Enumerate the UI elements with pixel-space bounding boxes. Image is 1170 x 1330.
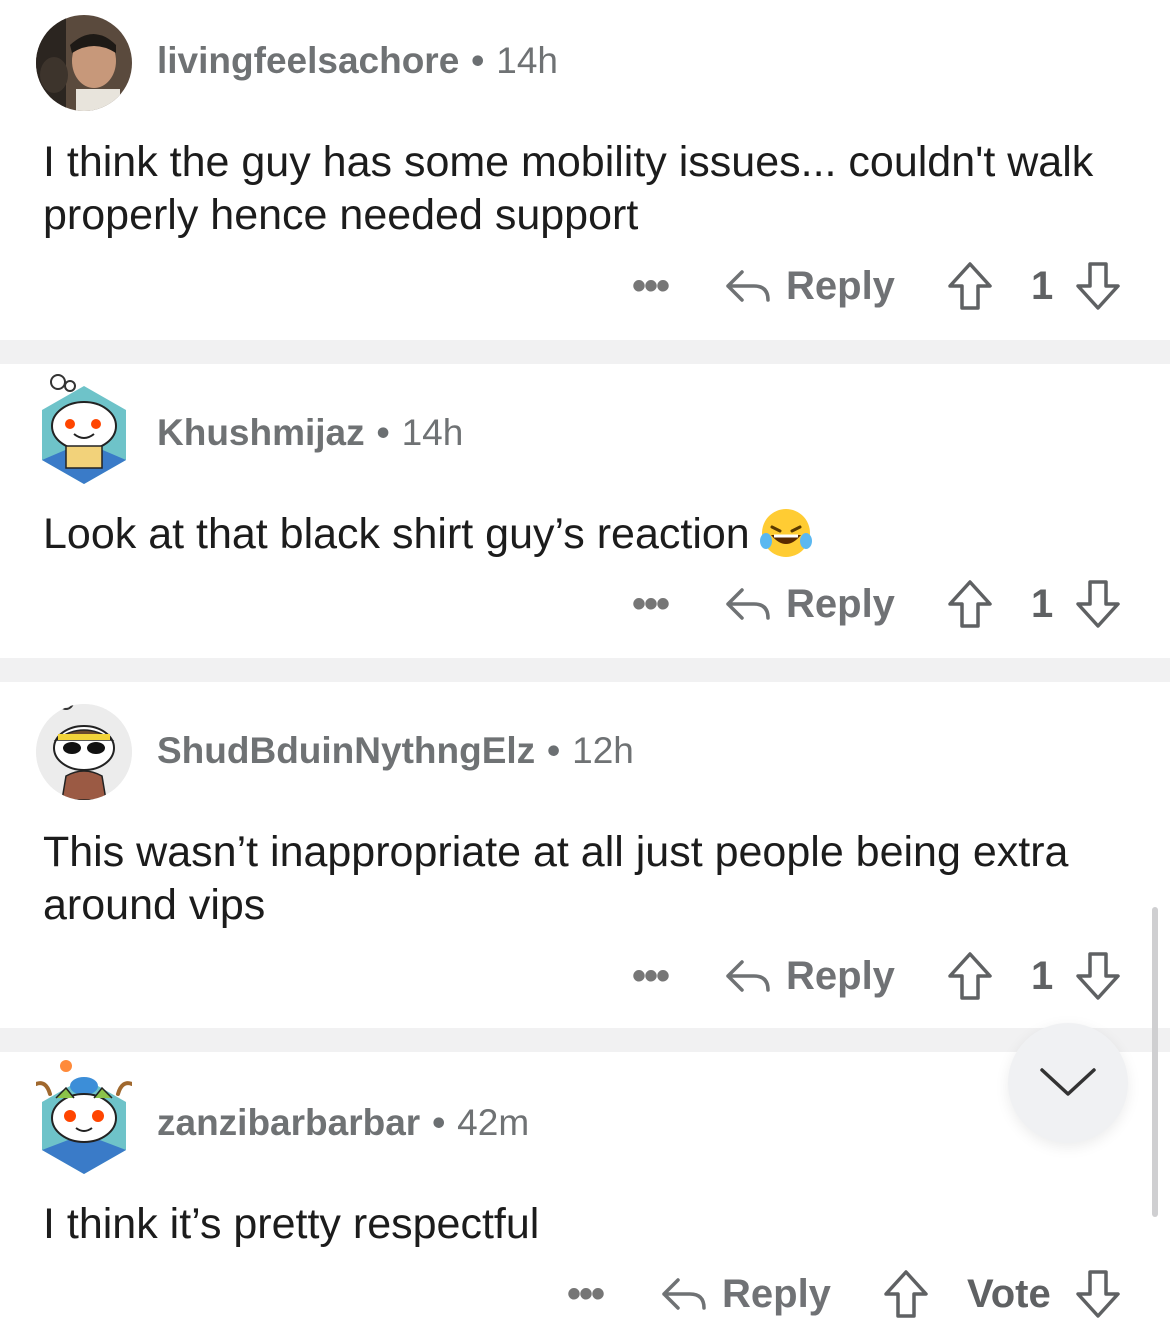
reply-button[interactable]: Reply xyxy=(660,1264,831,1324)
timestamp: 12h xyxy=(572,730,634,771)
downvote-arrow-icon xyxy=(1076,952,1120,1000)
comment-card: zanzibarbarbar • 42m I think it’s pretty r… xyxy=(0,1052,1170,1330)
username[interactable]: livingfeelsachore xyxy=(157,40,459,81)
scroll-down-button[interactable] xyxy=(1008,1023,1128,1143)
more-options-button[interactable]: ••• xyxy=(632,946,670,1006)
comment-actions: ••• Reply 1 xyxy=(0,574,1170,634)
vote-score: 1 xyxy=(1031,263,1054,308)
username[interactable]: ShudBduinNythngElz xyxy=(157,730,535,771)
comment-meta: zanzibarbarbar • 42m xyxy=(157,1102,529,1144)
upvote-arrow-icon xyxy=(948,952,992,1000)
comment-card: ShudBduinNythngElz • 12h This wasn’t inapp… xyxy=(0,682,1170,1028)
downvote-button[interactable] xyxy=(1074,256,1122,316)
vote-label: Vote xyxy=(967,1271,1051,1316)
comment-text: I think the guy has some mobility issues… xyxy=(43,138,1094,239)
comment-actions: ••• Reply 1 xyxy=(0,946,1170,1006)
reply-arrow-icon xyxy=(726,270,770,302)
vote-score: 1 xyxy=(1031,953,1054,998)
reply-arrow-icon xyxy=(662,1278,706,1310)
laughing-emoji-icon xyxy=(758,505,814,561)
reply-arrow-icon xyxy=(726,960,770,992)
downvote-button[interactable] xyxy=(1074,946,1122,1006)
separator: • xyxy=(547,730,561,771)
reply-label: Reply xyxy=(722,1271,831,1316)
comment-divider xyxy=(0,1028,1170,1052)
scrollbar-thumb[interactable] xyxy=(1152,907,1158,1217)
reply-arrow-icon xyxy=(726,588,770,620)
more-options-button[interactable]: ••• xyxy=(632,574,670,634)
comment-card: Khushmijaz • 14h Look at that black shirt … xyxy=(0,364,1170,658)
comment-card: livingfeelsachore • 14h I think the guy ha… xyxy=(0,0,1170,340)
downvote-arrow-icon xyxy=(1076,262,1120,310)
downvote-button[interactable] xyxy=(1074,1264,1122,1324)
comment-text: This wasn’t inappropriate at all just pe… xyxy=(43,828,1069,929)
comment-meta: livingfeelsachore • 14h xyxy=(157,40,558,82)
upvote-arrow-icon xyxy=(884,1270,928,1318)
upvote-button[interactable] xyxy=(946,256,994,316)
comment-text: Look at that black shirt guy’s reaction xyxy=(43,510,750,558)
vote-score: 1 xyxy=(1031,581,1054,626)
reply-label: Reply xyxy=(786,581,895,626)
timestamp: 14h xyxy=(496,40,558,81)
downvote-arrow-icon xyxy=(1076,580,1120,628)
avatar[interactable] xyxy=(36,1058,132,1174)
comment-meta: ShudBduinNythngElz • 12h xyxy=(157,730,634,772)
reply-button[interactable]: Reply xyxy=(724,946,895,1006)
timestamp: 42m xyxy=(457,1102,530,1143)
comment-body: Look at that black shirt guy’s reaction xyxy=(43,508,1133,565)
username[interactable]: zanzibarbarbar xyxy=(157,1102,420,1143)
downvote-arrow-icon xyxy=(1076,1270,1120,1318)
avatar[interactable] xyxy=(36,15,132,111)
separator: • xyxy=(376,412,390,453)
more-options-button[interactable]: ••• xyxy=(632,256,670,316)
upvote-arrow-icon xyxy=(948,580,992,628)
downvote-button[interactable] xyxy=(1074,574,1122,634)
separator: • xyxy=(432,1102,446,1143)
avatar[interactable] xyxy=(36,372,132,484)
comment-divider xyxy=(0,658,1170,682)
reply-button[interactable]: Reply xyxy=(724,574,895,634)
timestamp: 14h xyxy=(401,412,464,453)
more-options-button[interactable]: ••• xyxy=(567,1264,605,1324)
separator: • xyxy=(471,40,485,81)
chevron-down-icon xyxy=(1040,1068,1096,1096)
upvote-arrow-icon xyxy=(948,262,992,310)
reply-button[interactable]: Reply xyxy=(724,256,895,316)
avatar[interactable] xyxy=(36,704,132,800)
upvote-button[interactable] xyxy=(946,574,994,634)
comment-meta: Khushmijaz • 14h xyxy=(157,412,463,454)
comment-actions: ••• Reply Vote xyxy=(0,1264,1170,1324)
username[interactable]: Khushmijaz xyxy=(157,412,365,453)
upvote-button[interactable] xyxy=(882,1264,930,1324)
reply-label: Reply xyxy=(786,953,895,998)
comment-actions: ••• Reply 1 xyxy=(0,256,1170,316)
comment-divider xyxy=(0,340,1170,364)
reply-label: Reply xyxy=(786,263,895,308)
upvote-button[interactable] xyxy=(946,946,994,1006)
comment-text: I think it’s pretty respectful xyxy=(43,1200,540,1248)
